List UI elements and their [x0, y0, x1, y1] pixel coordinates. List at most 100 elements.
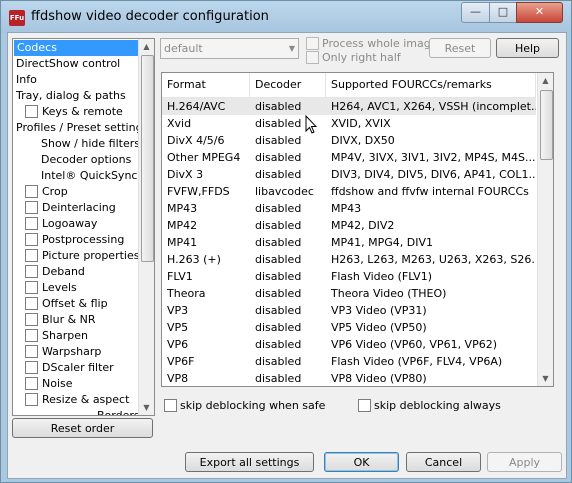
table-row[interactable]: H.263 (+) disabled H263, L263, M263, U263,… — [162, 251, 536, 268]
sidebar-item[interactable]: Sharpen — [25, 328, 88, 344]
checkbox-box — [306, 50, 319, 64]
table-row[interactable]: DivX 3 disabled DIV3, DIV4, DIV5, DIV6, AP… — [162, 166, 536, 183]
decoder-cell: disabled — [255, 202, 302, 215]
checkbox-box[interactable] — [25, 280, 38, 294]
process-whole-image-checkbox[interactable]: Process whole image — [306, 36, 438, 51]
sidebar-item[interactable]: Tray, dialog & paths — [16, 88, 126, 104]
skip-deblocking-always-checkbox[interactable]: skip deblocking always — [358, 398, 501, 413]
checkbox-box[interactable] — [25, 200, 38, 214]
sidebar-item-label: Deband — [42, 265, 85, 278]
ok-button[interactable]: OK — [324, 452, 399, 472]
table-row[interactable]: MP41 disabled MP41, MPG4, DIV1 — [162, 234, 536, 251]
table-row[interactable]: FLV1 disabled Flash Video (FLV1) — [162, 268, 536, 285]
cancel-button[interactable]: Cancel — [406, 452, 481, 472]
sidebar-item[interactable]: Keys & remote — [25, 104, 123, 120]
checkbox-box[interactable] — [25, 264, 38, 278]
only-right-half-checkbox[interactable]: Only right half — [306, 50, 401, 65]
checkbox-box[interactable] — [25, 248, 38, 262]
table-row[interactable]: Other MPEG4 disabled MP4V, 3IVX, 3IV1, 3IV… — [162, 149, 536, 166]
checkbox-box[interactable] — [25, 296, 38, 310]
help-button[interactable]: Help — [496, 38, 559, 58]
fourcc-cell: XVID, XVIX — [331, 117, 391, 130]
scroll-up-arrow-icon[interactable]: ▲ — [538, 73, 553, 88]
table-row[interactable]: MP42 disabled MP42, DIV2 — [162, 217, 536, 234]
skip-deblocking-safe-checkbox[interactable]: skip deblocking when safe — [164, 398, 325, 413]
table-row[interactable]: VP6 disabled VP6 Video (VP60, VP61, VP62) — [162, 336, 536, 353]
table-row[interactable]: VP5 disabled VP5 Video (VP50) — [162, 319, 536, 336]
sidebar-item[interactable]: Borders — [97, 408, 140, 416]
table-row[interactable]: FVFW,FFDS libavcodec ffdshow and ffvfw int… — [162, 183, 536, 200]
sidebar-item-label: Tray, dialog & paths — [16, 89, 126, 102]
settings-tree[interactable]: Codecs DirectShow control Info Tray, dialog… — [12, 38, 155, 416]
checkbox-box[interactable] — [25, 216, 38, 230]
codecs-list[interactable]: Format Decoder Supported FOURCCs/remarks… — [161, 72, 554, 387]
scroll-thumb[interactable] — [141, 55, 154, 262]
sidebar-item[interactable]: DirectShow control — [16, 56, 120, 72]
scroll-down-arrow-icon[interactable]: ▼ — [139, 400, 154, 415]
table-row[interactable]: H.264/AVC disabled H264, AVC1, X264, VSSH … — [162, 98, 536, 115]
title-bar[interactable]: FFu ffdshow video decoder configuration … — [1, 1, 571, 33]
table-row[interactable]: VP6F disabled Flash Video (VP6F, FLV4, VP6… — [162, 353, 536, 370]
tree-scrollbar[interactable]: ▲ ▼ — [138, 39, 154, 415]
sidebar-item[interactable]: Show / hide filters — [41, 136, 140, 152]
reset-button[interactable]: Reset — [429, 38, 491, 58]
scroll-down-arrow-icon[interactable]: ▼ — [538, 371, 553, 386]
sidebar-item[interactable]: Offset & flip — [25, 296, 108, 312]
process-whole-image-label: Process whole image — [322, 37, 438, 50]
sidebar-item[interactable]: Blur & NR — [25, 312, 96, 328]
sidebar-item[interactable]: Profiles / Preset settings — [16, 120, 148, 136]
sidebar-item-label: Show / hide filters — [41, 137, 140, 150]
close-button[interactable]: ✕ — [516, 2, 563, 23]
sidebar-item[interactable]: Resize & aspect — [25, 392, 129, 408]
checkbox-box[interactable] — [25, 312, 38, 326]
sidebar-item[interactable]: Crop — [25, 184, 68, 200]
checkbox-box[interactable] — [25, 376, 38, 390]
checkbox-box[interactable] — [25, 328, 38, 342]
maximize-button[interactable]: □ — [489, 2, 517, 23]
export-settings-button[interactable]: Export all settings — [185, 452, 314, 472]
sidebar-item[interactable]: Warpsharp — [25, 344, 101, 360]
sidebar-item[interactable]: Deinterlacing — [25, 200, 116, 216]
table-row[interactable]: VP3 disabled VP3 Video (VP31) — [162, 302, 536, 319]
checkbox-box[interactable] — [25, 232, 38, 246]
format-cell: MP43 — [167, 202, 198, 215]
column-header-format[interactable]: Format — [162, 73, 250, 97]
sidebar-item[interactable]: Postprocessing — [25, 232, 124, 248]
sidebar-item[interactable]: Deband — [25, 264, 85, 280]
table-row[interactable]: MP43 disabled MP43 — [162, 200, 536, 217]
table-row[interactable]: Xvid disabled XVID, XVIX — [162, 115, 536, 132]
column-header-fourccs[interactable]: Supported FOURCCs/remarks — [326, 73, 536, 97]
sidebar-item-label: Intel® QuickSync — [41, 169, 138, 182]
sidebar-item[interactable]: Logoaway — [25, 216, 97, 232]
sidebar-item-label: Borders — [97, 409, 140, 416]
format-cell: Xvid — [167, 117, 192, 130]
scroll-thumb[interactable] — [540, 90, 553, 160]
table-row[interactable]: DivX 4/5/6 disabled DIVX, DX50 — [162, 132, 536, 149]
checkbox-box[interactable] — [25, 184, 38, 198]
sidebar-item[interactable]: Intel® QuickSync — [41, 168, 137, 184]
sidebar-item[interactable]: Levels — [25, 280, 77, 296]
sidebar-item[interactable]: Info — [16, 72, 37, 88]
sidebar-item[interactable]: DScaler filter — [25, 360, 114, 376]
sidebar-item[interactable]: Picture properties — [25, 248, 139, 264]
scroll-up-arrow-icon[interactable]: ▲ — [139, 39, 154, 54]
column-header-decoder[interactable]: Decoder — [250, 73, 326, 97]
checkbox-box[interactable] — [25, 360, 38, 374]
sidebar-item-label: Decoder options — [41, 153, 132, 166]
checkbox-box[interactable] — [25, 104, 38, 118]
table-row[interactable]: VP8 disabled VP8 Video (VP80) — [162, 370, 536, 386]
sidebar-item[interactable]: Codecs — [14, 40, 139, 56]
preset-combobox[interactable]: default ▼ — [160, 38, 299, 59]
minimize-button[interactable]: — — [461, 2, 490, 23]
apply-button[interactable]: Apply — [487, 452, 562, 472]
sidebar-item[interactable]: Noise — [25, 376, 73, 392]
decoder-cell: disabled — [255, 270, 302, 283]
sidebar-item-label: Keys & remote — [42, 105, 123, 118]
reset-order-button[interactable]: Reset order — [12, 418, 153, 438]
checkbox-box[interactable] — [25, 344, 38, 358]
sidebar-item[interactable]: Decoder options — [41, 152, 131, 168]
sidebar-item-label: Levels — [42, 281, 77, 294]
checkbox-box[interactable] — [25, 392, 38, 406]
table-row[interactable]: Theora disabled Theora Video (THEO) — [162, 285, 536, 302]
codecs-list-scrollbar[interactable]: ▲ ▼ — [537, 73, 553, 386]
